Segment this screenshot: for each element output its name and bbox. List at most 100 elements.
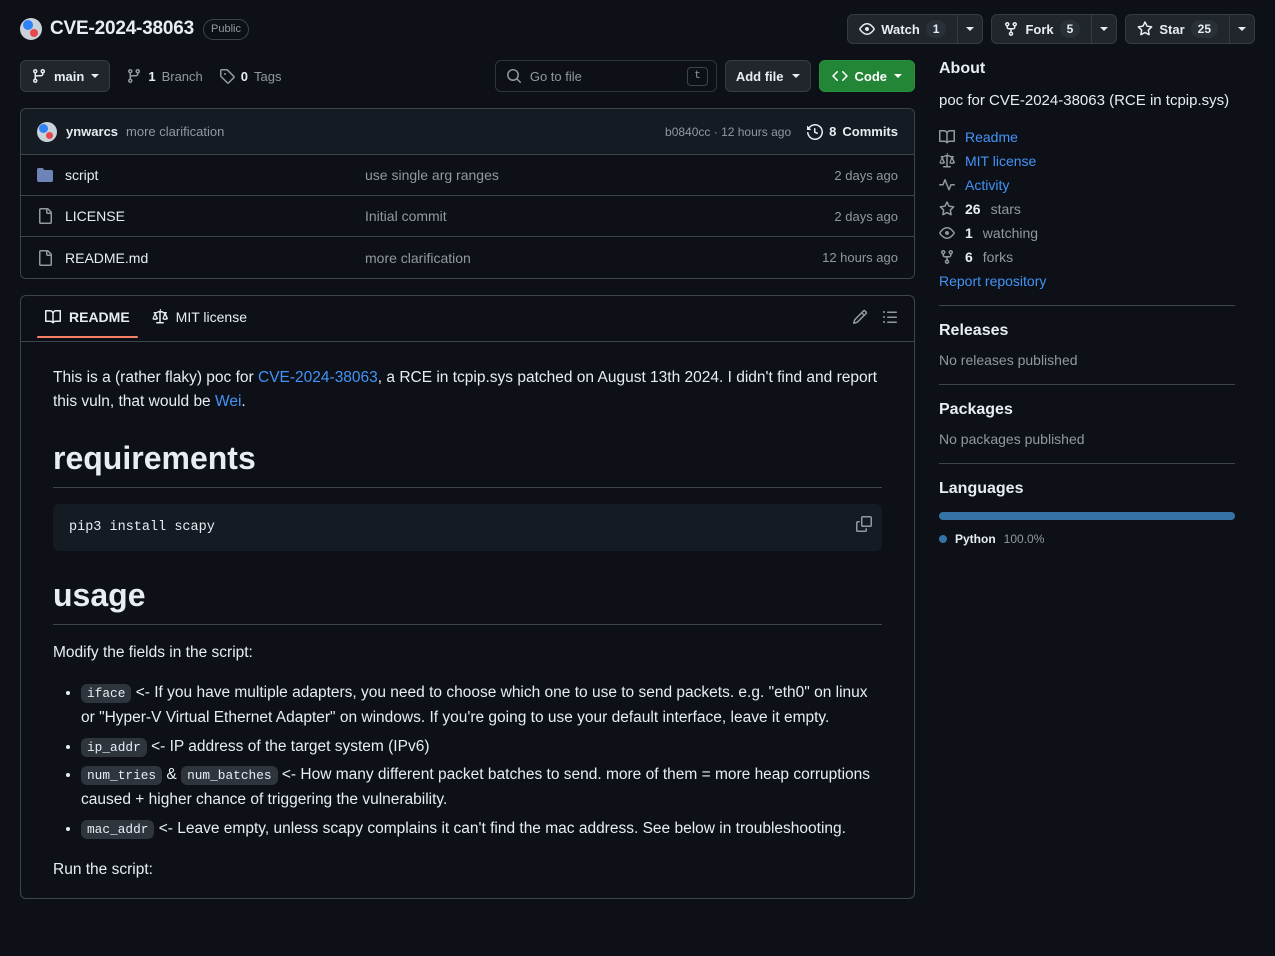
fork-button-group: Fork 5	[991, 14, 1117, 44]
stars-count: 26	[965, 201, 981, 217]
commit-message[interactable]: more clarification	[126, 124, 224, 139]
language-name: Python	[955, 532, 996, 546]
eye-icon	[859, 21, 875, 37]
watch-button[interactable]: Watch 1	[847, 14, 957, 44]
commit-sha[interactable]: b0840cc	[665, 125, 710, 139]
chevron-down-icon	[966, 27, 974, 31]
sidebar-item-activity[interactable]: Activity	[939, 177, 1235, 193]
file-commit-time: 2 days ago	[834, 209, 898, 224]
sidebar-item-label: watching	[983, 225, 1038, 241]
intro-part-1: This is a (rather flaky) poc for	[53, 369, 258, 386]
file-commit-time: 12 hours ago	[822, 250, 898, 265]
cve-link[interactable]: CVE-2024-38063	[258, 369, 378, 386]
copy-icon[interactable]	[856, 516, 872, 532]
commits-count: 8	[829, 124, 836, 139]
sidebar-item-label: Readme	[965, 129, 1018, 145]
commit-sha-time: b0840cc · 12 hours ago	[665, 125, 791, 139]
code-button[interactable]: Code	[819, 60, 916, 92]
commit-author-avatar[interactable]	[37, 122, 57, 142]
watch-dropdown-button[interactable]	[957, 14, 983, 44]
tab-license[interactable]: MIT license	[144, 309, 255, 337]
sidebar-item-stars[interactable]: 26 stars	[939, 201, 1235, 217]
file-name[interactable]: README.md	[65, 250, 365, 266]
file-commit-message[interactable]: use single arg ranges	[365, 167, 834, 183]
history-icon	[807, 124, 823, 140]
add-file-button[interactable]: Add file	[725, 60, 811, 92]
chevron-down-icon	[1238, 27, 1246, 31]
list-item-text: <- IP address of the target system (IPv6…	[147, 738, 430, 755]
repo-refs: 1 Branch 0 Tags	[126, 68, 281, 84]
field-code-iface: iface	[81, 684, 131, 703]
header-actions: Watch 1 Fork 5	[847, 14, 1255, 44]
chevron-down-icon	[894, 74, 902, 78]
page-title[interactable]: CVE-2024-38063	[50, 18, 194, 40]
commit-separator: ·	[714, 125, 718, 139]
fork-count: 5	[1060, 20, 1081, 38]
watch-button-group: Watch 1	[847, 14, 983, 44]
star-dropdown-button[interactable]	[1229, 14, 1255, 44]
list-item: ip_addr <- IP address of the target syst…	[81, 735, 882, 760]
tags-label: Tags	[254, 69, 281, 84]
divider	[939, 463, 1235, 464]
file-name[interactable]: script	[65, 167, 365, 183]
field-code-mac-addr: mac_addr	[81, 820, 154, 839]
fork-button[interactable]: Fork 5	[991, 14, 1091, 44]
eye-icon	[939, 225, 955, 241]
add-file-label: Add file	[736, 69, 784, 84]
edit-pencil-icon[interactable]	[852, 309, 868, 325]
language-bar-segment-python[interactable]	[939, 512, 1235, 520]
branch-selector-button[interactable]: main	[20, 60, 110, 92]
file-name[interactable]: LICENSE	[65, 208, 365, 224]
commit-meta: b0840cc · 12 hours ago 8 Commits	[665, 124, 898, 140]
readme-tabs: README MIT license	[21, 296, 914, 342]
owner-avatar[interactable]	[20, 18, 42, 40]
sidebar-item-license[interactable]: MIT license	[939, 153, 1235, 169]
tab-readme[interactable]: README	[37, 309, 138, 337]
file-commit-message[interactable]: more clarification	[365, 250, 822, 266]
sidebar-item-label: Activity	[965, 177, 1009, 193]
sidebar-item-watching[interactable]: 1 watching	[939, 225, 1235, 241]
sidebar-item-forks[interactable]: 6 forks	[939, 249, 1235, 265]
tags-count: 0	[241, 69, 248, 84]
readme-actions	[852, 309, 898, 337]
star-icon	[939, 201, 955, 217]
table-row[interactable]: LICENSE Initial commit 2 days ago	[21, 196, 914, 237]
fork-dropdown-button[interactable]	[1091, 14, 1117, 44]
star-button[interactable]: Star 25	[1125, 14, 1229, 44]
sidebar-item-readme[interactable]: Readme	[939, 129, 1235, 145]
star-button-group: Star 25	[1125, 14, 1255, 44]
file-commit-message[interactable]: Initial commit	[365, 208, 834, 224]
fork-icon	[1003, 21, 1019, 37]
sidebar-item-label: MIT license	[965, 153, 1036, 169]
chevron-down-icon	[91, 74, 99, 78]
watching-count: 1	[965, 225, 973, 241]
usage-field-list: iface <- If you have multiple adapters, …	[53, 681, 882, 842]
commit-author[interactable]: ynwarcs	[66, 124, 118, 139]
search-input[interactable]: Go to file t	[495, 60, 717, 92]
table-row[interactable]: README.md more clarification 12 hours ag…	[21, 237, 914, 278]
code-label: Code	[855, 69, 888, 84]
language-legend-python[interactable]: Python 100.0%	[939, 532, 1235, 546]
tags-link[interactable]: 0 Tags	[219, 68, 282, 84]
tab-license-label: MIT license	[176, 309, 247, 325]
table-row[interactable]: script use single arg ranges 2 days ago	[21, 155, 914, 196]
list-item-text: <- If you have multiple adapters, you ne…	[81, 684, 868, 726]
usage-intro: Modify the fields in the script:	[53, 641, 882, 665]
branch-icon	[126, 68, 142, 84]
list-item-text: <- Leave empty, unless scapy complains i…	[154, 820, 846, 837]
chevron-down-icon	[1100, 27, 1108, 31]
branches-label: Branch	[162, 69, 203, 84]
star-label: Star	[1159, 22, 1184, 37]
wei-link[interactable]: Wei	[215, 393, 241, 410]
list-item: num_tries & num_batches <- How many diff…	[81, 763, 882, 813]
commits-link[interactable]: 8 Commits	[807, 124, 898, 140]
repo-toolbar: main 1 Branch 0 Tags	[20, 60, 915, 92]
report-repository-link[interactable]: Report repository	[939, 273, 1235, 289]
branches-link[interactable]: 1 Branch	[126, 68, 202, 84]
file-icon	[37, 208, 53, 224]
repo-header: CVE-2024-38063 Public Watch 1 Fork 5	[0, 0, 1275, 46]
latest-commit-row: ynwarcs more clarification b0840cc · 12 …	[21, 109, 914, 155]
search-placeholder: Go to file	[530, 69, 582, 84]
field-code-num-batches: num_batches	[181, 766, 277, 785]
outline-list-icon[interactable]	[882, 309, 898, 325]
